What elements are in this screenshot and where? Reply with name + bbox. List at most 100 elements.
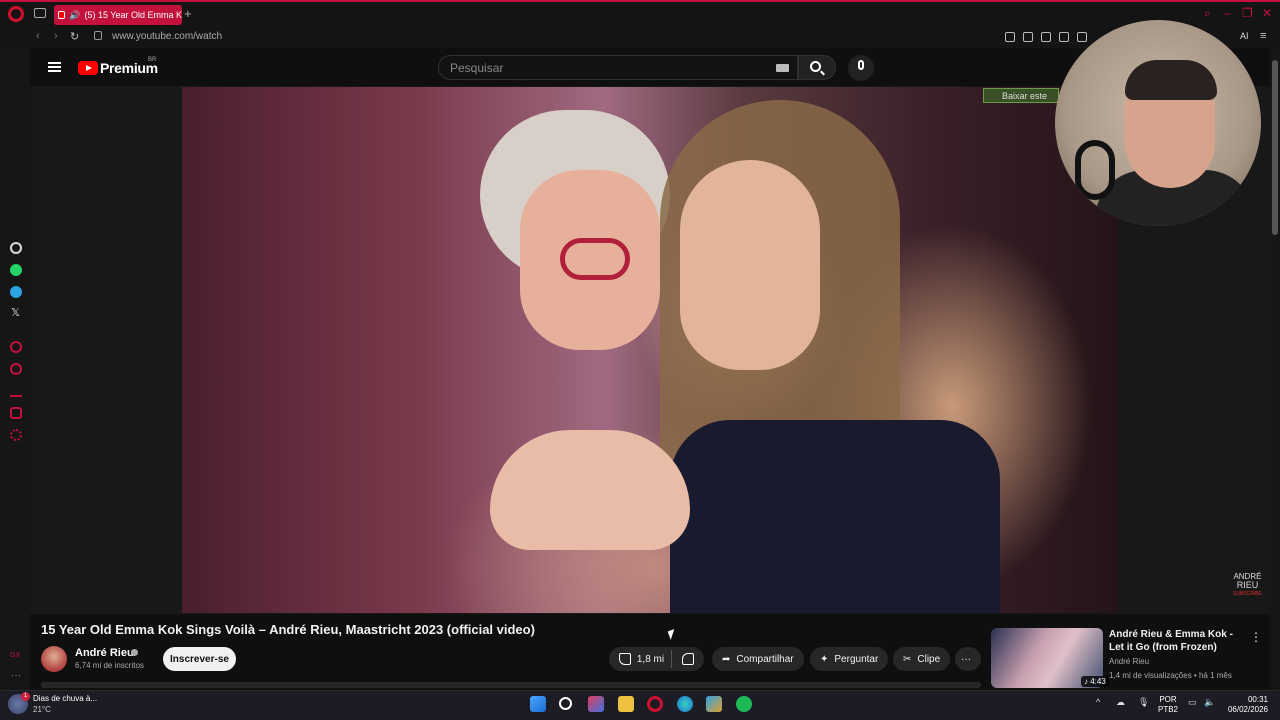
lock-icon bbox=[94, 31, 102, 40]
language-indicator[interactable]: POR PTB2 bbox=[1158, 695, 1178, 715]
recommended-duration: ♪ 4:43 bbox=[1081, 676, 1109, 687]
menu-icon[interactable]: ≡ bbox=[1260, 30, 1266, 42]
webcam-overlay bbox=[1055, 20, 1261, 226]
subscribe-button[interactable]: Inscrever-se bbox=[163, 647, 236, 671]
extensions-icon[interactable] bbox=[10, 407, 22, 419]
download-icon[interactable] bbox=[10, 385, 22, 397]
language-line-1: POR bbox=[1159, 695, 1177, 704]
hands bbox=[490, 430, 690, 550]
recommended-channel[interactable]: André Rieu bbox=[1109, 657, 1149, 666]
shield-icon[interactable] bbox=[1041, 32, 1051, 42]
player-icon[interactable] bbox=[10, 341, 22, 353]
tab-title: (5) 15 Year Old Emma K bbox=[84, 10, 182, 20]
like-dislike-group: 1,8 mi bbox=[609, 647, 704, 671]
singer-face bbox=[680, 160, 820, 370]
share-button[interactable]: ➦ Compartilhar bbox=[712, 647, 804, 671]
telegram-icon[interactable] bbox=[10, 286, 22, 298]
language-line-2: PTB2 bbox=[1158, 705, 1179, 714]
region-label: BR bbox=[148, 57, 157, 63]
tab-overview-icon[interactable] bbox=[34, 8, 46, 18]
more-actions-button[interactable]: ··· bbox=[955, 647, 981, 671]
youtube-logo-icon[interactable] bbox=[78, 61, 98, 75]
snipping-tool-icon[interactable] bbox=[588, 696, 604, 712]
youtube-favicon-icon bbox=[58, 11, 66, 19]
back-button[interactable]: ‹ bbox=[36, 30, 40, 42]
recommended-menu-icon[interactable]: ⋮ bbox=[1250, 630, 1262, 644]
forward-button[interactable]: › bbox=[54, 30, 58, 42]
like-count[interactable]: 1,8 mi bbox=[637, 654, 664, 665]
windows-taskbar bbox=[0, 690, 1280, 720]
speaker-icon: 🔊 bbox=[69, 9, 81, 20]
taskbar-search-icon[interactable] bbox=[559, 697, 572, 710]
scrollbar-thumb[interactable] bbox=[1272, 60, 1278, 235]
heart-icon[interactable] bbox=[1077, 32, 1087, 42]
history-icon[interactable] bbox=[10, 363, 22, 375]
start-button-icon[interactable] bbox=[530, 696, 546, 712]
new-tab-button[interactable]: + bbox=[184, 6, 192, 21]
chatgpt-icon[interactable] bbox=[10, 242, 22, 254]
search-icon bbox=[810, 61, 821, 72]
whatsapp-icon[interactable] bbox=[10, 264, 22, 276]
clip-button[interactable]: ✂ Clipe bbox=[893, 647, 951, 671]
video-title: 15 Year Old Emma Kok Sings Voilà – André… bbox=[41, 622, 535, 637]
x-icon[interactable]: 𝕏 bbox=[11, 306, 20, 319]
channel-name[interactable]: André Rieu bbox=[75, 647, 134, 659]
spotify-icon[interactable] bbox=[736, 696, 752, 712]
tray-chevron-icon[interactable]: ^ bbox=[1096, 697, 1100, 707]
mouse-cursor-icon bbox=[667, 629, 678, 640]
verified-icon bbox=[131, 649, 138, 656]
dislike-icon[interactable] bbox=[682, 653, 694, 665]
clock[interactable]: 00:31 06/02/2026 bbox=[1226, 695, 1268, 715]
share-label: Compartilhar bbox=[736, 653, 794, 665]
file-explorer-icon[interactable] bbox=[618, 696, 634, 712]
video-player[interactable] bbox=[182, 87, 1118, 613]
webcam-person-hair bbox=[1125, 60, 1217, 100]
bookmark-icon[interactable] bbox=[1005, 32, 1015, 42]
opera-logo-icon[interactable] bbox=[8, 6, 24, 22]
browser-tab[interactable]: 🔊 (5) 15 Year Old Emma K bbox=[54, 5, 182, 25]
ask-button[interactable]: ✦ Perguntar bbox=[810, 647, 889, 671]
weather-badge: 1 bbox=[21, 692, 30, 701]
headset bbox=[1075, 140, 1115, 200]
gx-icon[interactable]: GX bbox=[10, 652, 20, 659]
weather-text[interactable]: Dias de chuva à... bbox=[33, 694, 97, 703]
recommended-title[interactable]: André Rieu & Emma Kok - Let it Go (from … bbox=[1109, 628, 1247, 654]
recommended-meta: 1,4 mi de visualizações • há 1 mês bbox=[1109, 671, 1232, 680]
channel-watermark[interactable]: ANDRÉ RIEU SUBSCRIBE bbox=[1233, 572, 1262, 599]
description-box-edge[interactable] bbox=[41, 682, 981, 688]
hamburger-menu-icon[interactable] bbox=[48, 62, 61, 72]
close-button[interactable]: ✕ bbox=[1262, 6, 1272, 20]
opera-gx-taskbar-icon[interactable] bbox=[647, 696, 663, 712]
search-tabs-icon[interactable]: ⌕ bbox=[1204, 6, 1211, 21]
browser-tab-bar bbox=[0, 0, 1280, 28]
sidebar-more-icon[interactable]: ··· bbox=[11, 670, 21, 681]
ai-button[interactable]: AI bbox=[1240, 31, 1249, 41]
clock-date: 06/02/2026 bbox=[1227, 705, 1268, 714]
maximize-button[interactable]: ❐ bbox=[1242, 6, 1253, 20]
like-icon[interactable] bbox=[619, 653, 631, 665]
singer-dress bbox=[670, 420, 1000, 613]
minimize-button[interactable]: – bbox=[1224, 6, 1231, 20]
clip-label: Clipe bbox=[917, 653, 941, 665]
download-video-banner[interactable]: Baixar este bbox=[983, 88, 1059, 103]
app-launcher-icon[interactable] bbox=[706, 696, 722, 712]
volume-icon[interactable]: 🔈 bbox=[1204, 697, 1215, 708]
channel-avatar[interactable] bbox=[41, 646, 67, 672]
subscriber-count: 6,74 mi de inscritos bbox=[75, 661, 144, 670]
sparkle-icon: ✦ bbox=[820, 653, 829, 665]
edge-icon[interactable] bbox=[677, 696, 693, 712]
reload-button[interactable]: ↻ bbox=[70, 30, 79, 43]
watermark-line-2: RIEU bbox=[1236, 580, 1259, 590]
network-icon[interactable]: ▭ bbox=[1188, 697, 1197, 708]
search-input[interactable]: Pesquisar bbox=[438, 55, 798, 80]
share-icon: ➦ bbox=[722, 653, 731, 665]
mic-tray-icon[interactable]: 🎙 bbox=[1138, 697, 1149, 708]
glasses bbox=[560, 238, 630, 280]
play-icon[interactable] bbox=[1059, 32, 1069, 42]
keyboard-icon[interactable] bbox=[776, 64, 789, 72]
snapshot-icon[interactable] bbox=[1023, 32, 1033, 42]
clock-time: 00:31 bbox=[1247, 695, 1268, 704]
onedrive-icon[interactable]: ☁ bbox=[1116, 697, 1125, 708]
url-text[interactable]: www.youtube.com/watch bbox=[112, 31, 222, 42]
settings-icon[interactable] bbox=[10, 429, 22, 441]
